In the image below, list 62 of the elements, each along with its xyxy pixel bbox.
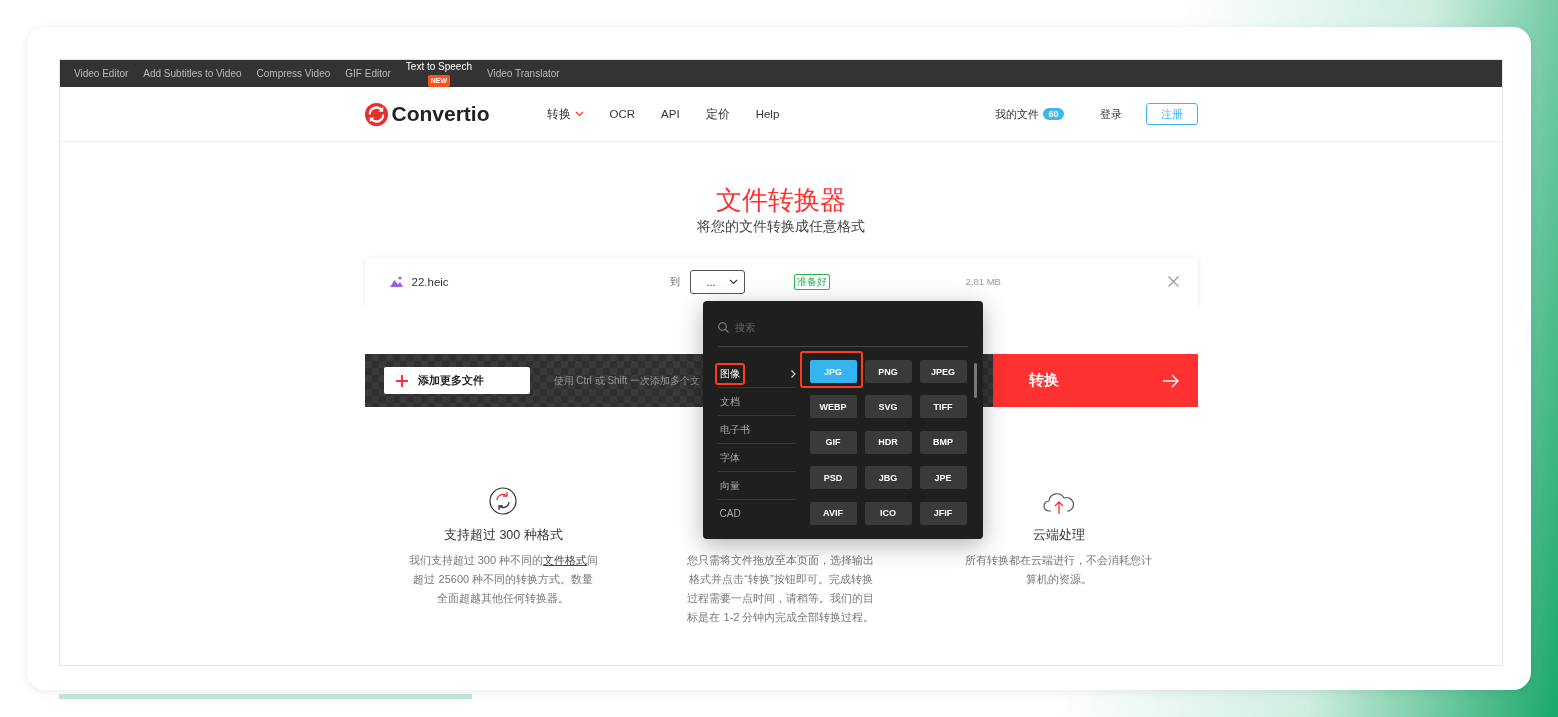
category-item[interactable]: 向量	[714, 474, 745, 497]
feature-title: 云端处理	[1032, 528, 1085, 542]
formats-link[interactable]: 文件格式	[543, 554, 588, 566]
category-item[interactable]: 文档	[714, 390, 745, 413]
logo-icon	[364, 102, 388, 126]
status-badge: 准备好	[793, 273, 830, 290]
category-item[interactable]: 图像	[714, 362, 745, 385]
nav-link[interactable]: OCR	[596, 106, 649, 122]
format-option[interactable]: PNG	[864, 360, 912, 383]
search-icon	[717, 321, 729, 333]
format-select[interactable]: ...	[689, 269, 745, 294]
plus-icon	[395, 374, 408, 387]
format-option[interactable]: AVIF	[809, 501, 857, 525]
chevron-right-icon	[790, 369, 796, 378]
file-size: 2.81 MB	[965, 276, 1001, 287]
category-item[interactable]: 字体	[714, 446, 745, 469]
close-icon[interactable]	[1167, 276, 1179, 287]
format-option[interactable]: JFIF	[919, 501, 967, 525]
convert-button[interactable]: 转换	[992, 354, 1198, 407]
category-item[interactable]: CAD	[714, 504, 746, 523]
format-option[interactable]: JPE	[919, 466, 967, 490]
format-option[interactable]: TIFF	[919, 395, 967, 419]
to-label: 到	[669, 274, 681, 289]
feature-title: 支持超过 300 种格式	[443, 528, 563, 542]
sync-icon	[489, 487, 518, 515]
login-link[interactable]: 登录	[1099, 106, 1122, 122]
add-files-button[interactable]: 添加更多文件	[383, 367, 530, 394]
feature-description: 所有转换都在云端进行，不会消耗您计算机的资源。	[964, 553, 1154, 587]
nav-link[interactable]: 定价	[692, 106, 743, 122]
format-option[interactable]: ICO	[864, 501, 912, 525]
nav-link[interactable]: Help	[742, 106, 793, 122]
top-link[interactable]: Video Editor	[74, 68, 129, 79]
file-name: 22.heic	[411, 275, 450, 288]
feature-description: 您只需将文件拖放至本页面，选择输出格式并点击“转换”按钮即可。完成转换过程需要一点时间，请稍等。我们的目标是在 1-2 分钟内完成全部转换过程。	[686, 553, 876, 625]
page-title: 文件转换器	[716, 184, 846, 216]
nav-link[interactable]: 转换	[533, 106, 597, 122]
image-file-icon	[389, 276, 403, 287]
feature-description: 我们支持超过 300 种不同的文件格式间超过 25600 种不同的转换方式。数量全面超越其他任何转换器。	[408, 553, 599, 606]
caret-icon	[574, 111, 584, 117]
my-files-link[interactable]: 我的文件 60	[995, 106, 1064, 122]
top-link[interactable]: GIF Editor	[345, 68, 391, 79]
nav-link[interactable]: API	[648, 106, 693, 122]
format-option[interactable]: BMP	[919, 430, 967, 454]
arrow-right-icon	[1162, 373, 1179, 388]
format-option[interactable]: PSD	[809, 466, 857, 490]
scrollbar[interactable]	[973, 363, 977, 398]
format-option[interactable]: SVG	[864, 395, 912, 419]
search-field[interactable]: 搜索	[734, 321, 935, 333]
format-option[interactable]: JBG	[864, 466, 912, 490]
top-link[interactable]: Compress Video	[256, 68, 331, 79]
format-option[interactable]: HDR	[864, 430, 912, 454]
format-option[interactable]: JPEG	[919, 360, 967, 383]
category-item[interactable]: 电子书	[714, 418, 755, 441]
page-subtitle: 将您的文件转换成任意格式	[697, 218, 865, 236]
format-option[interactable]: GIF	[809, 430, 857, 454]
format-option[interactable]: WEBP	[809, 395, 857, 419]
top-link[interactable]: Add Subtitles to Video	[143, 68, 242, 79]
top-link[interactable]: Video Translator	[487, 68, 560, 79]
count-badge: 60	[1043, 108, 1064, 120]
cloud-upload-icon	[1041, 491, 1076, 515]
logo-text[interactable]: Convertio	[391, 102, 490, 126]
chevron-down-icon	[728, 278, 738, 285]
